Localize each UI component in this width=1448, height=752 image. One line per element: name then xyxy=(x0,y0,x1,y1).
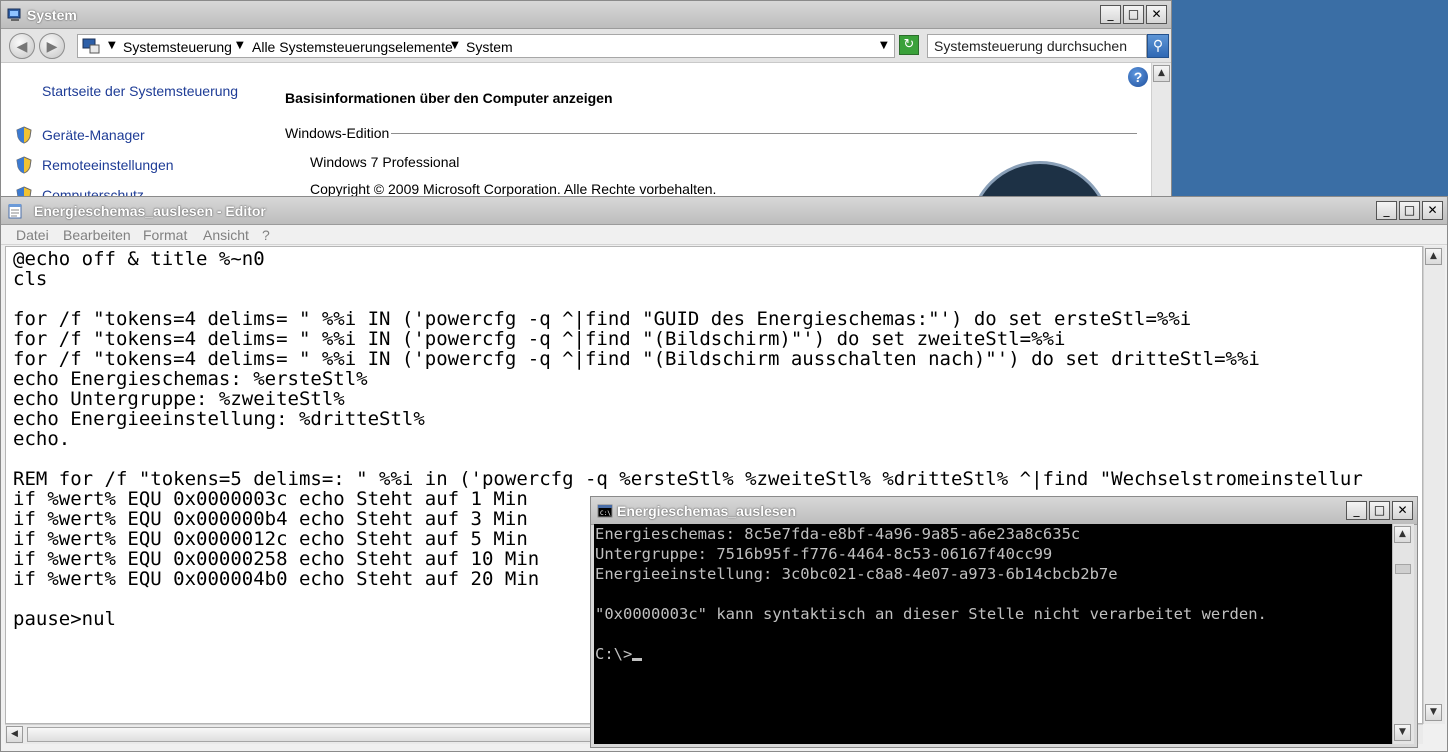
refresh-icon[interactable]: ↻ xyxy=(899,35,919,55)
system-content: Startseite der Systemsteuerung Geräte-Ma… xyxy=(1,63,1151,199)
system-window: System _ □ ✕ ◀ ▶ ▼ Systemsteuerung ▼ All… xyxy=(0,0,1172,200)
address-bar[interactable]: ▼ Systemsteuerung ▼ Alle Systemsteuerung… xyxy=(77,34,895,58)
address-history-chevron-icon[interactable]: ▼ xyxy=(880,40,888,51)
help-icon[interactable]: ? xyxy=(1128,67,1148,87)
sidebar-link-device-manager[interactable]: Geräte-Manager xyxy=(42,127,145,143)
vertical-scroll-thumb[interactable] xyxy=(1395,564,1411,574)
breadcrumb-item[interactable]: System xyxy=(466,39,513,55)
code-line: for /f "tokens=4 delims= " %%i IN ('powe… xyxy=(13,348,1260,370)
address-toolbar: ◀ ▶ ▼ Systemsteuerung ▼ Alle Systemsteue… xyxy=(1,29,1171,63)
code-line: if %wert% EQU 0x0000012c echo Steht auf … xyxy=(13,528,528,550)
svg-text:C:\: C:\ xyxy=(600,510,611,517)
close-button[interactable]: ✕ xyxy=(1392,501,1413,520)
maximize-button[interactable]: □ xyxy=(1369,501,1390,520)
system-window-title: System xyxy=(27,7,77,23)
search-icon[interactable]: ⚲ xyxy=(1147,34,1169,58)
menu-bearbeiten[interactable]: Bearbeiten xyxy=(63,227,131,243)
code-line: if %wert% EQU 0x0000003c echo Steht auf … xyxy=(13,488,528,510)
editor-menubar: Datei Bearbeiten Format Ansicht ? xyxy=(1,225,1447,245)
breadcrumb-item[interactable]: Alle Systemsteuerungselemente xyxy=(252,39,453,55)
editor-window-title: Energieschemas_auslesen - Editor xyxy=(34,203,266,219)
code-line: REM for /f "tokens=5 delims=: " %%i in (… xyxy=(13,468,1363,490)
console-icon: C:\ xyxy=(597,504,613,518)
code-line: echo. xyxy=(13,428,71,450)
code-line: for /f "tokens=4 delims= " %%i IN ('powe… xyxy=(13,328,1066,350)
shield-icon xyxy=(16,126,32,144)
maximize-button[interactable]: □ xyxy=(1399,201,1420,220)
code-line: if %wert% EQU 0x000000b4 echo Steht auf … xyxy=(13,508,528,530)
close-button[interactable]: ✕ xyxy=(1422,201,1443,220)
editor-titlebar[interactable]: Energieschemas_auslesen - Editor _ □ ✕ xyxy=(1,197,1447,225)
scroll-up-arrow-icon[interactable]: ▲ xyxy=(1394,526,1411,543)
control-panel-home-link[interactable]: Startseite der Systemsteuerung xyxy=(42,83,238,99)
code-line: for /f "tokens=4 delims= " %%i IN ('powe… xyxy=(13,308,1192,330)
console-output[interactable]: Energieschemas: 8c5e7fda-e8bf-4a96-9a85-… xyxy=(594,524,1392,744)
forward-arrow-icon[interactable]: ▶ xyxy=(39,33,65,59)
section-divider xyxy=(391,133,1137,134)
cmd-window-title: Energieschemas_auslesen xyxy=(617,503,796,519)
code-line: echo Energieschemas: %ersteStl% xyxy=(13,368,368,390)
cmd-titlebar[interactable]: C:\ Energieschemas_auslesen _ □ ✕ xyxy=(591,497,1417,525)
code-line: echo Energieeinstellung: %dritteStl% xyxy=(13,408,425,430)
section-label: Windows-Edition xyxy=(285,125,390,141)
maximize-button[interactable]: □ xyxy=(1123,5,1144,24)
close-button[interactable]: ✕ xyxy=(1146,5,1167,24)
console-prompt[interactable]: C:\> xyxy=(595,644,643,664)
menu-help[interactable]: ? xyxy=(262,227,270,243)
prompt-text: C:\> xyxy=(595,645,633,663)
console-line: "0x0000003c" kann syntaktisch an dieser … xyxy=(595,605,1267,623)
scroll-up-arrow-icon[interactable]: ▲ xyxy=(1153,65,1170,82)
code-line: @echo off & title %~n0 xyxy=(13,248,265,270)
page-title: Basisinformationen über den Computer anz… xyxy=(285,90,613,106)
text-cursor xyxy=(632,658,643,661)
scroll-down-arrow-icon[interactable]: ▼ xyxy=(1394,724,1411,741)
shield-icon xyxy=(16,156,32,174)
code-line: echo Untergruppe: %zweiteStl% xyxy=(13,388,345,410)
windows-logo xyxy=(969,161,1111,199)
breadcrumb-chevron-icon[interactable]: ▼ xyxy=(236,40,244,51)
minimize-button[interactable]: _ xyxy=(1100,5,1121,24)
breadcrumb-item[interactable]: Systemsteuerung xyxy=(123,39,232,55)
menu-ansicht[interactable]: Ansicht xyxy=(203,227,249,243)
console-line: Energieschemas: 8c5e7fda-e8bf-4a96-9a85-… xyxy=(595,525,1081,543)
computer-icon xyxy=(7,8,21,21)
search-box[interactable] xyxy=(927,34,1147,58)
code-line: pause>nul xyxy=(13,608,116,630)
breadcrumb-chevron-icon[interactable]: ▼ xyxy=(108,40,116,51)
code-line: cls xyxy=(13,268,48,290)
system-vertical-scrollbar[interactable]: ▲ xyxy=(1151,63,1171,199)
copyright-text: Copyright © 2009 Microsoft Corporation. … xyxy=(310,181,717,197)
sidebar-link-remote-settings[interactable]: Remoteeinstellungen xyxy=(42,157,174,173)
control-panel-icon xyxy=(82,38,100,54)
console-line: Untergruppe: 7516b95f-f776-4464-8c53-061… xyxy=(595,545,1053,563)
cmd-window: C:\ Energieschemas_auslesen _ □ ✕ Energi… xyxy=(590,496,1418,748)
search-input[interactable] xyxy=(928,35,1146,57)
menu-format[interactable]: Format xyxy=(143,227,187,243)
menu-datei[interactable]: Datei xyxy=(16,227,49,243)
editor-vertical-scrollbar[interactable]: ▲ ▼ xyxy=(1423,246,1445,724)
back-arrow-icon[interactable]: ◀ xyxy=(9,33,35,59)
minimize-button[interactable]: _ xyxy=(1346,501,1367,520)
scroll-left-arrow-icon[interactable]: ◀ xyxy=(6,726,23,743)
cmd-vertical-scrollbar[interactable]: ▲ ▼ xyxy=(1392,524,1414,744)
minimize-button[interactable]: _ xyxy=(1376,201,1397,220)
windows-edition-text: Windows 7 Professional xyxy=(310,154,460,170)
code-line: if %wert% EQU 0x000004b0 echo Steht auf … xyxy=(13,568,540,590)
console-line: Energieeinstellung: 3c0bc021-c8a8-4e07-a… xyxy=(595,565,1118,583)
notepad-icon xyxy=(8,204,22,219)
system-titlebar[interactable]: System _ □ ✕ xyxy=(1,1,1171,29)
breadcrumb-chevron-icon[interactable]: ▼ xyxy=(451,40,459,51)
scroll-up-arrow-icon[interactable]: ▲ xyxy=(1425,248,1442,265)
code-line: if %wert% EQU 0x00000258 echo Steht auf … xyxy=(13,548,540,570)
scroll-down-arrow-icon[interactable]: ▼ xyxy=(1425,704,1442,721)
